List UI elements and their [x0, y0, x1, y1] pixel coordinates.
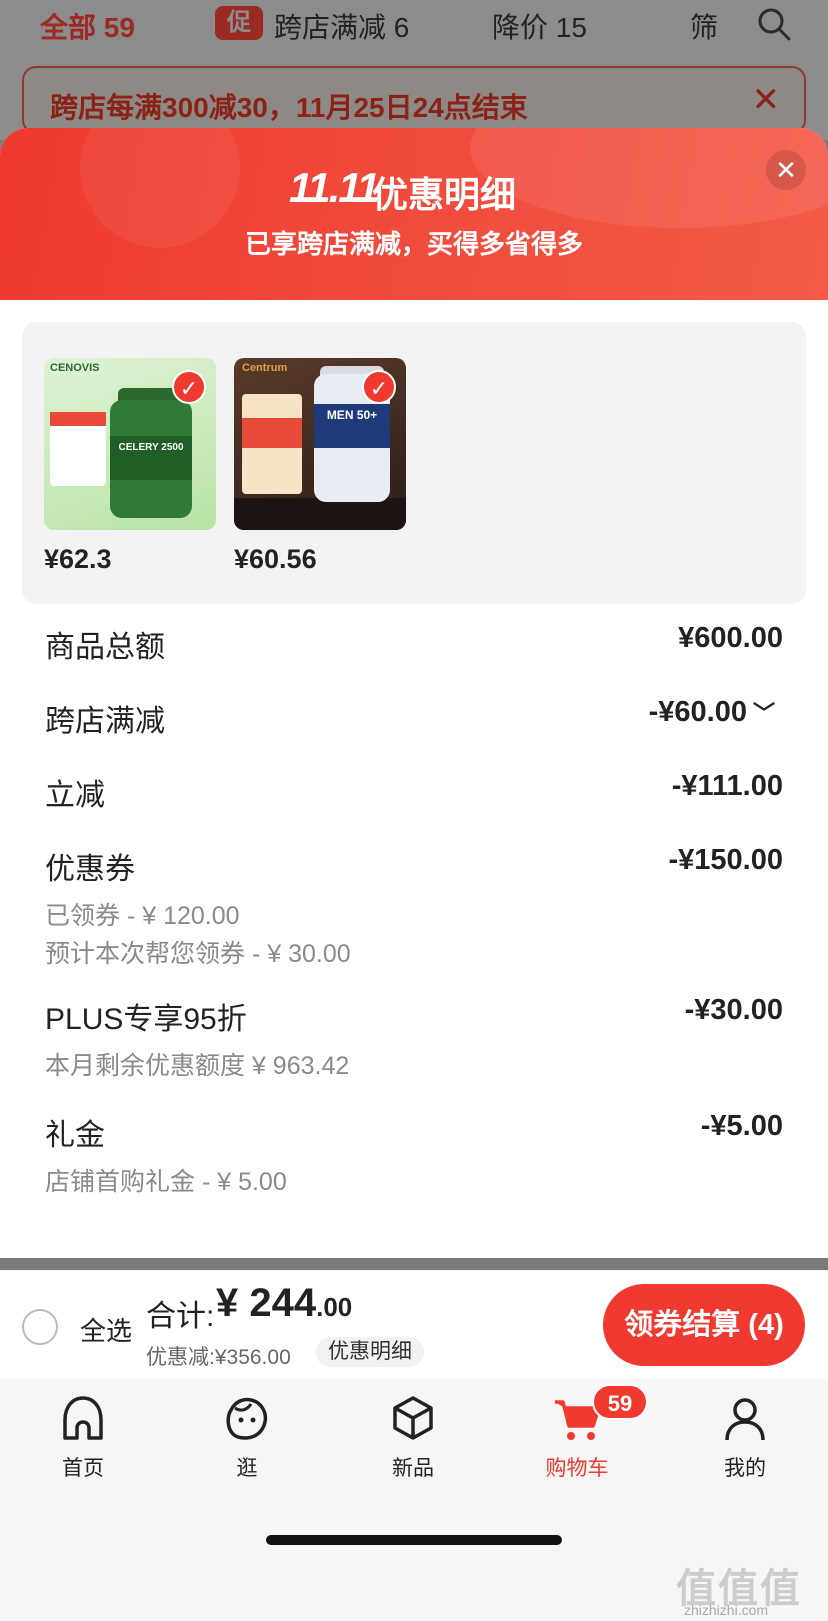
promo-tag-stripe: [50, 412, 106, 426]
total-integer: 244: [249, 1281, 317, 1325]
discount-detail-button[interactable]: 优惠明细: [316, 1337, 424, 1367]
product-price: ¥60.56: [234, 544, 317, 574]
bottom-tab-bar: 首页 逛 新品 59 购物车 我的: [0, 1378, 828, 1482]
tab-label: 购物车: [545, 1457, 609, 1480]
tab-all[interactable]: 全部 59: [40, 6, 135, 46]
row-value: -¥60.00 ﹀: [649, 696, 775, 729]
check-icon[interactable]: ✓: [362, 370, 396, 404]
checkout-button[interactable]: 领券结算 (4): [603, 1284, 805, 1366]
sheet-title: 优惠明细: [372, 174, 517, 215]
cart-count-badge: 59: [592, 1384, 648, 1420]
tab-price-drop[interactable]: 降价 15: [492, 6, 587, 46]
row-sub-text: 本月剩余优惠额度 ¥ 963.42: [45, 1052, 350, 1080]
tab-mine[interactable]: 我的: [690, 1390, 800, 1482]
row-label: 礼金: [45, 1119, 105, 1152]
promo-notice: 跨店每满300减30，11月25日24点结束 ✕: [22, 66, 806, 134]
bottle-label: CELERY 2500: [110, 436, 192, 480]
tab-explore[interactable]: 逛: [192, 1390, 302, 1482]
sheet-subtitle: 已享跨店满减，买得多省得多: [244, 229, 583, 259]
home-icon: [63, 1396, 103, 1440]
tab-cart[interactable]: 59 购物车: [522, 1384, 648, 1482]
checkout-bar: 全选 合计: ¥ 244.00 优惠减:¥356.00 优惠明细 领券结算 (4…: [0, 1270, 828, 1378]
tab-label: 我的: [724, 1457, 766, 1480]
select-all-label[interactable]: 全选: [80, 1311, 132, 1348]
tab-label: 逛: [236, 1457, 258, 1480]
watermark-url: zhizhizhi.com: [684, 1602, 769, 1618]
brand-logo: CENOVIS: [50, 362, 100, 374]
row-sub-text: 已领券 - ¥ 120.00: [45, 902, 240, 930]
discount-detail-sheet: 11.11 优惠明细 已享跨店满减，买得多省得多 ✕ CENOVIS CELER…: [0, 128, 828, 1258]
display-floor: [234, 498, 406, 530]
tab-filter[interactable]: 筛: [690, 6, 718, 46]
sheet-header: 11.11 优惠明细 已享跨店满减，买得多省得多 ✕: [0, 128, 828, 300]
notice-text: 跨店每满300减30，11月25日24点结束: [50, 92, 528, 123]
search-icon[interactable]: [756, 6, 792, 42]
double-eleven-logo: 11.11: [289, 164, 380, 211]
row-value-text: -¥60.00: [648, 696, 747, 728]
discount-amount: 优惠减:¥356.00: [146, 1346, 291, 1369]
check-icon[interactable]: ✓: [172, 370, 206, 404]
close-icon[interactable]: ✕: [752, 80, 781, 120]
product-item[interactable]: CENOVIS CELERY 2500 ✓ ¥62.3: [44, 358, 216, 575]
promo-icon: 促: [215, 6, 263, 40]
row-label: PLUS专享95折: [45, 1003, 247, 1036]
row-sub-text: 预计本次帮您领券 - ¥ 30.00: [45, 940, 351, 968]
close-button[interactable]: ✕: [766, 150, 806, 190]
select-all-radio[interactable]: [22, 1309, 58, 1345]
promo-tag-stripe: [242, 418, 302, 448]
total-decimal: .00: [316, 1292, 353, 1322]
row-value: -¥111.00: [671, 770, 783, 802]
brand-logo: Centrum: [242, 362, 288, 374]
tab-label: 首页: [62, 1457, 104, 1480]
row-label: 立减: [45, 779, 105, 812]
total-label: 合计:: [146, 1300, 215, 1333]
total-amount: ¥ 244.00: [216, 1281, 352, 1326]
box-icon: [393, 1396, 433, 1440]
row-sub-text: 店铺首购礼金 - ¥ 5.00: [45, 1168, 287, 1196]
row-value: -¥5.00: [700, 1110, 783, 1142]
row-value: -¥30.00: [684, 994, 783, 1026]
product-price: ¥62.3: [44, 544, 112, 574]
product-image[interactable]: Centrum MEN 50+ ✓: [234, 358, 406, 530]
row-value: -¥150.00: [668, 844, 784, 876]
row-value: ¥600.00: [678, 622, 783, 654]
tab-cross-store[interactable]: 跨店满减 6: [274, 6, 409, 46]
tab-label: 新品: [392, 1457, 434, 1480]
chevron-down-icon[interactable]: ﹀: [753, 701, 775, 726]
product-item[interactable]: Centrum MEN 50+ ✓ ¥60.56: [234, 358, 406, 575]
row-label: 商品总额: [45, 631, 165, 664]
row-label: 优惠券: [45, 853, 135, 886]
total-currency: ¥: [216, 1281, 239, 1325]
home-indicator[interactable]: [266, 1535, 562, 1545]
background-page: 全部 59 促 跨店满减 6 降价 15 筛 跨店每满300减30，11月25日…: [0, 0, 828, 140]
row-label: 跨店满减: [45, 705, 165, 738]
face-icon: [226, 1397, 268, 1440]
person-icon: [725, 1398, 765, 1441]
tab-home[interactable]: 首页: [28, 1390, 138, 1482]
product-image[interactable]: CENOVIS CELERY 2500 ✓: [44, 358, 216, 530]
tab-new[interactable]: 新品: [358, 1390, 468, 1482]
product-list: CENOVIS CELERY 2500 ✓ ¥62.3 Centrum MEN …: [22, 322, 806, 604]
bottle-label: MEN 50+: [314, 404, 390, 448]
